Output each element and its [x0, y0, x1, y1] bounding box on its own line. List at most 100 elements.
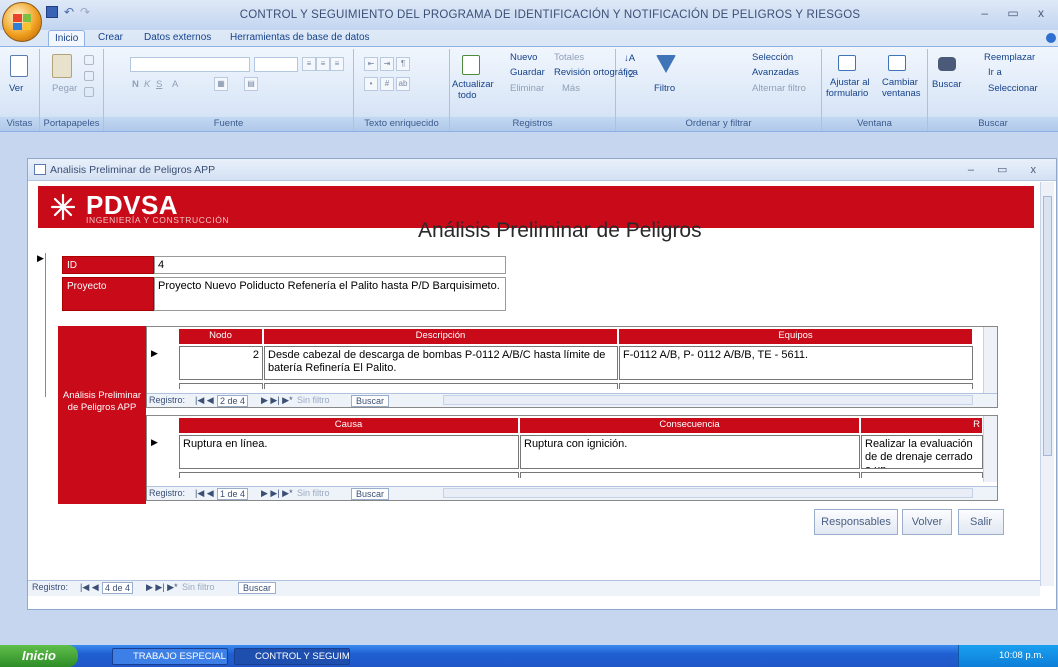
col-equipos-header: Equipos — [619, 329, 973, 344]
vertical-scrollbar[interactable] — [983, 416, 997, 482]
font-color-button[interactable]: A — [172, 79, 178, 90]
undo-icon[interactable]: ↶ — [64, 5, 74, 19]
sort-desc-icon[interactable]: ↓Z — [624, 69, 635, 80]
ir-a-button[interactable]: Ir a — [988, 67, 1002, 78]
record-selector[interactable]: ▶ — [36, 253, 46, 397]
sort-asc-icon[interactable]: ↓A — [624, 53, 635, 64]
nav-position[interactable]: 4 de 4 — [102, 582, 134, 594]
nav-search[interactable]: Buscar — [238, 582, 277, 594]
align-center-icon[interactable]: ≡ — [316, 57, 330, 71]
consecuencia-cell[interactable]: Ruptura con ignición. — [520, 435, 860, 469]
font-size-combo[interactable] — [254, 57, 298, 72]
nav-next-icon[interactable]: ▶ ▶| ▶* — [261, 488, 293, 499]
vertical-scrollbar[interactable] — [983, 327, 997, 393]
nav-position[interactable]: 2 de 4 — [217, 395, 249, 407]
proyecto-field[interactable]: Proyecto Nuevo Poliducto Refenería el Pa… — [154, 277, 506, 311]
nav-first-icon[interactable]: |◀ ◀ — [80, 582, 99, 593]
nav-position[interactable]: 1 de 4 — [217, 488, 249, 500]
horizontal-scrollbar[interactable] — [443, 488, 973, 498]
formulario-label[interactable]: formulario — [826, 88, 868, 99]
guardar-button[interactable]: Guardar — [510, 67, 545, 78]
italic-button[interactable]: K — [144, 79, 150, 90]
nav-filter[interactable]: Sin filtro — [297, 488, 330, 498]
totales-button[interactable]: Totales — [554, 52, 584, 63]
tab-datos-externos[interactable]: Datos externos — [138, 30, 217, 46]
horizontal-scrollbar[interactable] — [443, 395, 973, 405]
next-row-cell[interactable] — [264, 383, 618, 389]
next-row-cell[interactable] — [619, 383, 973, 389]
nav-next-icon[interactable]: ▶ ▶| ▶* — [146, 582, 178, 593]
actualizar-button[interactable]: Actualizar — [452, 79, 494, 90]
seleccionar-button[interactable]: Seleccionar — [988, 83, 1038, 94]
copy-icon[interactable] — [84, 71, 94, 81]
save-icon[interactable] — [46, 6, 58, 18]
window-controls[interactable]: – ▭ x — [981, 6, 1052, 20]
tab-inicio[interactable]: Inicio — [48, 30, 86, 47]
id-field[interactable]: 4 — [154, 256, 506, 274]
next-row-cell[interactable] — [179, 383, 263, 389]
office-button[interactable] — [2, 2, 42, 42]
eliminar-button[interactable]: Eliminar — [510, 83, 544, 94]
redo-icon[interactable]: ↷ — [80, 5, 90, 19]
mas-button[interactable]: Más — [562, 83, 580, 94]
avanzadas-button[interactable]: Avanzadas — [752, 67, 799, 78]
nodo-cell[interactable]: 2 — [179, 346, 263, 380]
paragraph-icon[interactable]: ¶ — [396, 57, 410, 71]
highlight-icon[interactable]: ab — [396, 77, 410, 91]
ventanas-label[interactable]: ventanas — [882, 88, 921, 99]
start-button[interactable]: Inicio — [0, 645, 78, 667]
font-name-combo[interactable] — [130, 57, 250, 72]
align-right-icon[interactable]: ≡ — [330, 57, 344, 71]
taskbar-item-control[interactable]: CONTROL Y SEGUIMI... — [234, 648, 350, 665]
seleccion-button[interactable]: Selección — [752, 52, 793, 63]
recomendacion-cell[interactable]: Realizar la evaluación de de drenaje cer… — [861, 435, 983, 469]
equipos-cell[interactable]: F-0112 A/B, P- 0112 A/B/B, TE - 5611. — [619, 346, 973, 380]
group-label: Buscar — [928, 117, 1058, 131]
underline-button[interactable]: S — [156, 79, 162, 90]
align-left-icon[interactable]: ≡ — [302, 57, 316, 71]
ver-button[interactable]: Ver — [9, 83, 23, 94]
nav-filter[interactable]: Sin filtro — [182, 582, 215, 592]
form-window-controls[interactable]: – ▭ x — [968, 163, 1046, 176]
nav-first-icon[interactable]: |◀ ◀ — [195, 488, 214, 499]
gridlines-icon[interactable]: ▦ — [214, 77, 228, 91]
reemplazar-button[interactable]: Reemplazar — [984, 52, 1035, 63]
nav-first-icon[interactable]: |◀ ◀ — [195, 395, 214, 406]
tab-crear[interactable]: Crear — [92, 30, 129, 46]
indent-decrease-icon[interactable]: ⇤ — [364, 57, 378, 71]
nav-label: Registro: — [149, 395, 186, 405]
nuevo-button[interactable]: Nuevo — [510, 52, 537, 63]
tab-herramientas[interactable]: Herramientas de base de datos — [224, 30, 376, 46]
responsables-button[interactable]: Responsables — [814, 509, 898, 535]
nav-search[interactable]: Buscar — [351, 488, 390, 500]
salir-button[interactable]: Salir — [958, 509, 1004, 535]
form-window-titlebar: Analisis Preliminar de Peligros APP – ▭ … — [28, 159, 1056, 181]
nav-next-icon[interactable]: ▶ ▶| ▶* — [261, 395, 293, 406]
next-row-cell[interactable] — [520, 472, 860, 478]
filtro-button[interactable]: Filtro — [654, 83, 675, 94]
cambiar-button[interactable]: Cambiar — [882, 77, 918, 88]
causa-cell[interactable]: Ruptura en línea. — [179, 435, 519, 469]
nav-filter[interactable]: Sin filtro — [297, 395, 330, 405]
descripcion-cell[interactable]: Desde cabezal de descarga de bombas P-01… — [264, 346, 618, 380]
scroll-thumb[interactable] — [1043, 196, 1052, 456]
actualizar-todo-label[interactable]: todo — [458, 90, 477, 101]
bold-button[interactable]: N — [132, 79, 139, 90]
taskbar-item-trabajo[interactable]: TRABAJO ESPECIAL ... — [112, 648, 228, 665]
volver-button[interactable]: Volver — [902, 509, 952, 535]
bullets-icon[interactable]: • — [364, 77, 378, 91]
fill-color-icon[interactable]: ▤ — [244, 77, 258, 91]
next-row-cell[interactable] — [861, 472, 983, 478]
nav-search[interactable]: Buscar — [351, 395, 390, 407]
indent-increase-icon[interactable]: ⇥ — [380, 57, 394, 71]
next-row-cell[interactable] — [179, 472, 519, 478]
alternar-filtro-button[interactable]: Alternar filtro — [752, 83, 806, 94]
ajustar-button[interactable]: Ajustar al — [830, 77, 870, 88]
help-icon[interactable] — [1046, 33, 1056, 43]
cut-icon[interactable] — [84, 55, 94, 65]
format-painter-icon[interactable] — [84, 87, 94, 97]
form-vertical-scrollbar[interactable] — [1040, 182, 1054, 586]
pegar-button[interactable]: Pegar — [52, 83, 77, 94]
buscar-button[interactable]: Buscar — [932, 79, 962, 90]
numbering-icon[interactable]: # — [380, 77, 394, 91]
